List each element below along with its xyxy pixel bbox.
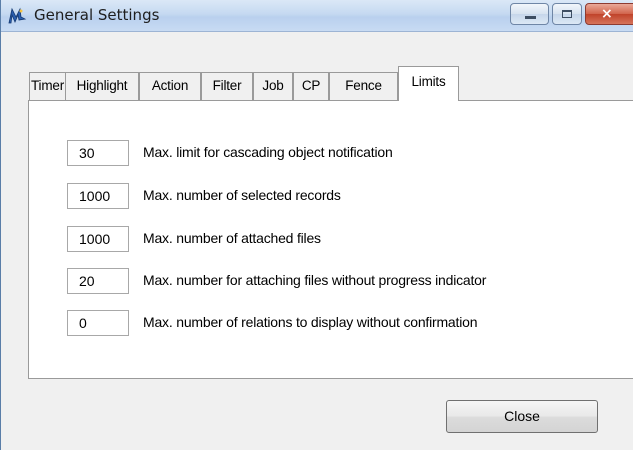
tab-action[interactable]: Action bbox=[139, 72, 201, 100]
tab-limits[interactable]: Limits bbox=[398, 66, 459, 101]
tab-timer[interactable]: Timer bbox=[29, 72, 66, 100]
maximize-button[interactable] bbox=[552, 3, 582, 25]
cascading-notification-limit-label: Max. limit for cascading object notifica… bbox=[143, 144, 393, 160]
tab-highlight[interactable]: Highlight bbox=[65, 72, 139, 100]
attached-files-limit-label: Max. number of attached files bbox=[143, 230, 321, 246]
selected-records-limit-label: Max. number of selected records bbox=[143, 187, 341, 203]
title-bar[interactable]: General Settings × bbox=[1, 0, 633, 32]
close-icon: × bbox=[601, 6, 613, 22]
tab-fence[interactable]: Fence bbox=[329, 72, 398, 100]
attached-files-limit-input[interactable]: 1000 bbox=[67, 226, 129, 252]
relations-confirmation-limit-label: Max. number of relations to display with… bbox=[143, 314, 478, 330]
close-button[interactable]: Close bbox=[446, 400, 598, 433]
window-title: General Settings bbox=[34, 6, 160, 24]
close-window-button[interactable]: × bbox=[585, 3, 633, 25]
tab-job[interactable]: Job bbox=[253, 72, 293, 100]
minimize-button[interactable] bbox=[510, 3, 549, 25]
tab-cp[interactable]: CP bbox=[293, 72, 329, 100]
limits-panel: 30 Max. limit for cascading object notif… bbox=[28, 100, 633, 379]
progress-indicator-limit-input[interactable]: 20 bbox=[67, 268, 129, 294]
tab-filter[interactable]: Filter bbox=[201, 72, 253, 100]
cascading-notification-limit-input[interactable]: 30 bbox=[67, 140, 129, 166]
maximize-icon bbox=[562, 10, 572, 18]
progress-indicator-limit-label: Max. number for attaching files without … bbox=[143, 272, 487, 288]
selected-records-limit-input[interactable]: 1000 bbox=[67, 183, 129, 209]
settings-window: General Settings × Timer Highlight Actio… bbox=[0, 0, 633, 450]
app-logo-icon bbox=[8, 7, 27, 24]
minimize-icon bbox=[525, 16, 536, 19]
relations-confirmation-limit-input[interactable]: 0 bbox=[67, 310, 129, 336]
